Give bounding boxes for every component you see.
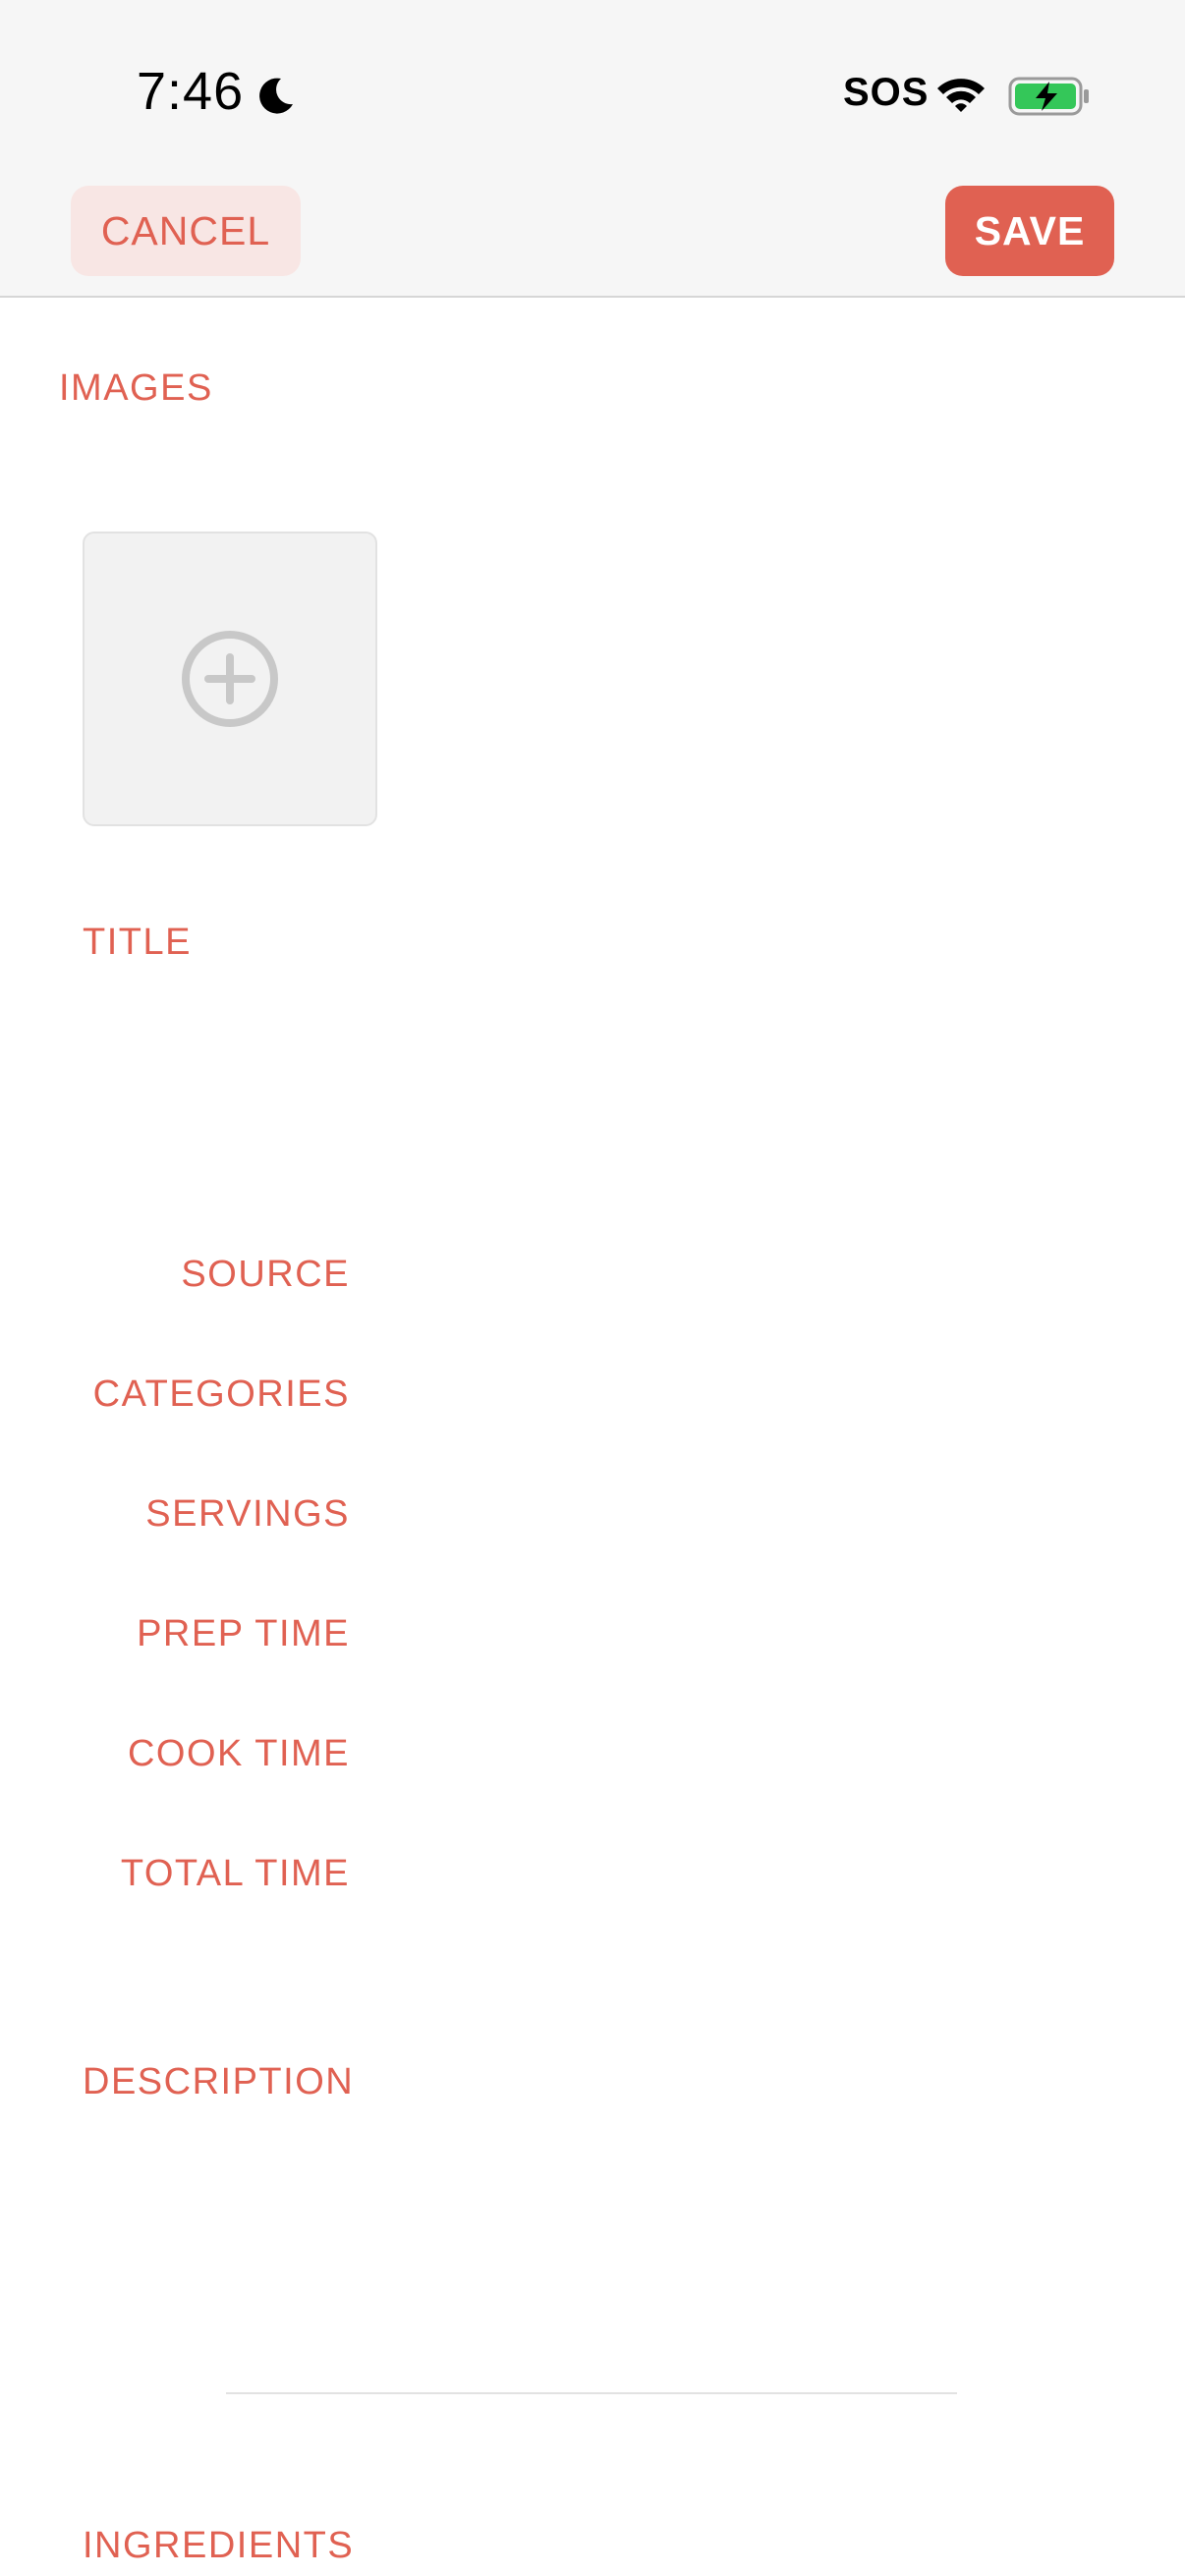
total-time-input[interactable] [393,1839,1114,1908]
ingredients-label: INGREDIENTS [83,2525,355,2566]
prep-time-input[interactable] [393,1599,1114,1668]
wifi-icon [937,79,985,112]
total-time-label: TOTAL TIME [120,1853,350,1894]
description-input[interactable] [83,2132,1114,2358]
description-label: DESCRIPTION [83,2061,355,2102]
title-label: TITLE [83,922,192,963]
cook-time-label: COOK TIME [127,1733,350,1774]
servings-input[interactable] [393,1480,1114,1548]
save-button[interactable]: SAVE [945,186,1114,276]
cook-time-input[interactable] [393,1719,1114,1788]
section-divider [226,2392,957,2394]
categories-input[interactable] [393,1360,1114,1428]
source-input[interactable] [393,1240,1114,1309]
status-time: 7:46 [137,62,245,121]
title-input[interactable] [83,992,1114,1189]
prep-time-label: PREP TIME [137,1613,350,1654]
add-image-button[interactable] [83,532,377,826]
plus-circle-icon [182,631,278,727]
servings-label: SERVINGS [145,1493,350,1535]
source-label: SOURCE [181,1254,350,1295]
battery-charging-icon [1008,77,1089,116]
moon-icon [259,78,293,114]
cancel-button[interactable]: CANCEL [71,186,301,276]
images-label: IMAGES [59,367,213,409]
categories-label: CATEGORIES [92,1373,350,1415]
top-bar: 7:46 SOS CANCEL SAVE [0,0,1185,298]
sos-indicator: SOS [843,71,930,114]
